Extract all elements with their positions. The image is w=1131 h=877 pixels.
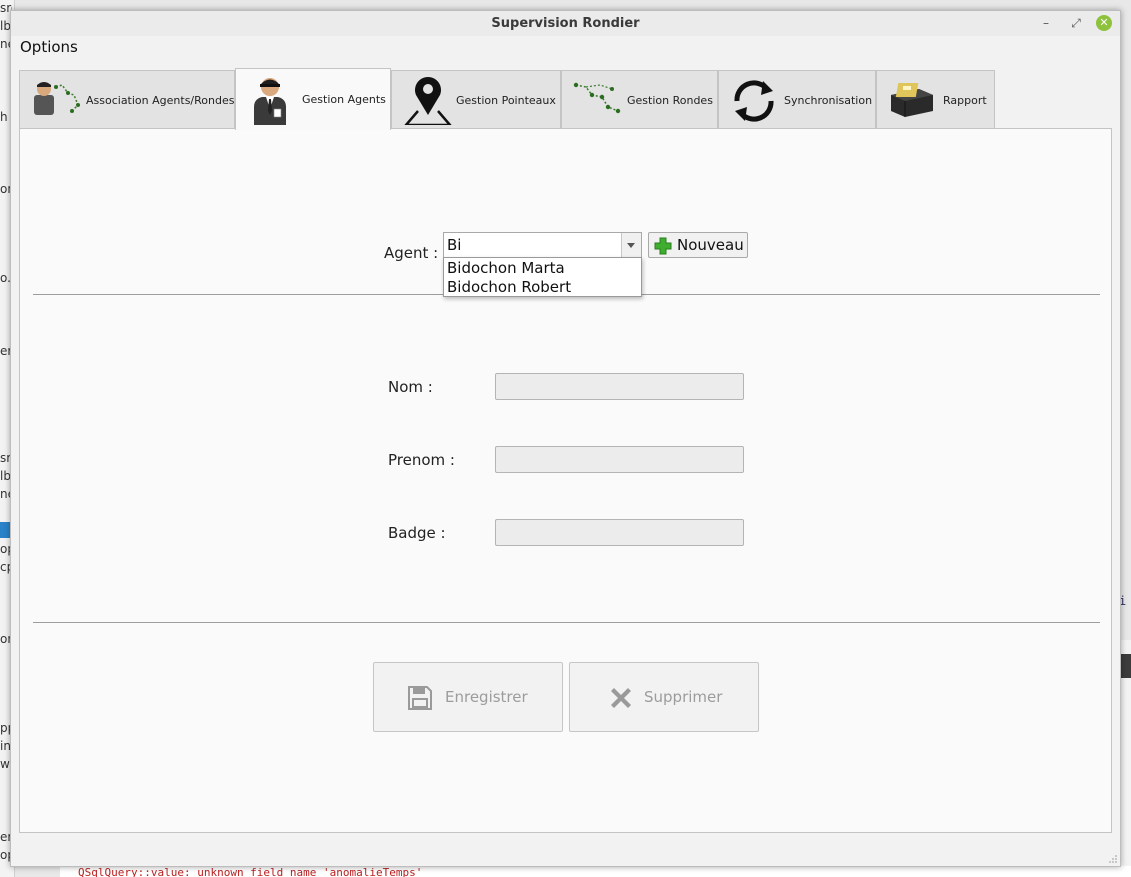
tab-gestion-pointeaux[interactable]: Gestion Pointeaux bbox=[391, 70, 561, 128]
tab-label: Synchronisation bbox=[784, 94, 873, 107]
route-icon bbox=[573, 82, 621, 114]
separator-bottom bbox=[33, 622, 1100, 623]
tab-label: Association Agents/Rondes bbox=[86, 94, 235, 107]
tab-gestion-rondes[interactable]: Gestion Rondes bbox=[561, 70, 718, 128]
plus-icon bbox=[654, 237, 672, 255]
chevron-down-icon[interactable] bbox=[621, 233, 641, 257]
delete-icon bbox=[611, 688, 631, 708]
tab-label: Rapport bbox=[943, 94, 987, 107]
nom-field[interactable] bbox=[495, 373, 744, 400]
new-agent-label: Nouveau bbox=[677, 236, 744, 254]
new-agent-button[interactable]: Nouveau bbox=[648, 232, 748, 258]
resize-grip-icon[interactable] bbox=[1108, 854, 1118, 864]
background-console-text: QSqlQuery::value: unknown field name 'an… bbox=[60, 866, 1131, 877]
agent-icon bbox=[254, 78, 286, 125]
agent-route-icon bbox=[34, 82, 80, 115]
tab-label: Gestion Rondes bbox=[627, 94, 713, 107]
window-title: Supervision Rondier bbox=[491, 16, 640, 31]
tab-association-agents-rondes[interactable]: Association Agents/Rondes bbox=[19, 70, 235, 128]
tab-label: Gestion Pointeaux bbox=[456, 94, 556, 107]
menu-bar: Options bbox=[11, 36, 1120, 58]
suggestion-item[interactable]: Bidochon Robert bbox=[447, 278, 571, 296]
tab-synchronisation[interactable]: Synchronisation bbox=[718, 70, 876, 128]
menu-options[interactable]: Options bbox=[20, 38, 78, 56]
tab-gestion-agents[interactable]: Gestion Agents bbox=[235, 68, 391, 130]
badge-label: Badge : bbox=[388, 524, 446, 542]
agent-suggestions-list: Bidochon Marta Bidochon Robert bbox=[443, 257, 642, 297]
save-icon bbox=[408, 686, 432, 710]
map-pin-icon bbox=[404, 77, 452, 125]
nom-label: Nom : bbox=[388, 378, 433, 396]
report-box-icon bbox=[891, 83, 933, 117]
title-bar[interactable]: Supervision Rondier – ⤢ ✕ bbox=[11, 11, 1120, 36]
delete-button[interactable]: Supprimer bbox=[569, 662, 759, 732]
tab-rapport[interactable]: Rapport bbox=[876, 70, 995, 128]
agent-label: Agent : bbox=[384, 244, 439, 262]
prenom-label: Prenom : bbox=[388, 451, 455, 469]
suggestion-item[interactable]: Bidochon Marta bbox=[447, 259, 565, 277]
app-window: Supervision Rondier – ⤢ ✕ Options Associ… bbox=[10, 10, 1121, 867]
maximize-icon[interactable]: ⤢ bbox=[1068, 15, 1084, 31]
bg-selection-marker bbox=[0, 522, 10, 538]
save-button[interactable]: Enregistrer bbox=[373, 662, 563, 732]
delete-label: Supprimer bbox=[644, 688, 723, 706]
tab-label: Gestion Agents bbox=[302, 93, 386, 106]
bg-dark-bar bbox=[1121, 654, 1131, 678]
minimize-icon[interactable]: – bbox=[1038, 15, 1054, 31]
prenom-field[interactable] bbox=[495, 446, 744, 473]
save-label: Enregistrer bbox=[445, 688, 528, 706]
badge-field[interactable] bbox=[495, 519, 744, 546]
agent-combo-value: Bi bbox=[447, 236, 462, 254]
agent-combobox[interactable]: Bi bbox=[443, 232, 642, 258]
sync-icon bbox=[734, 80, 774, 122]
close-icon[interactable]: ✕ bbox=[1096, 15, 1112, 31]
